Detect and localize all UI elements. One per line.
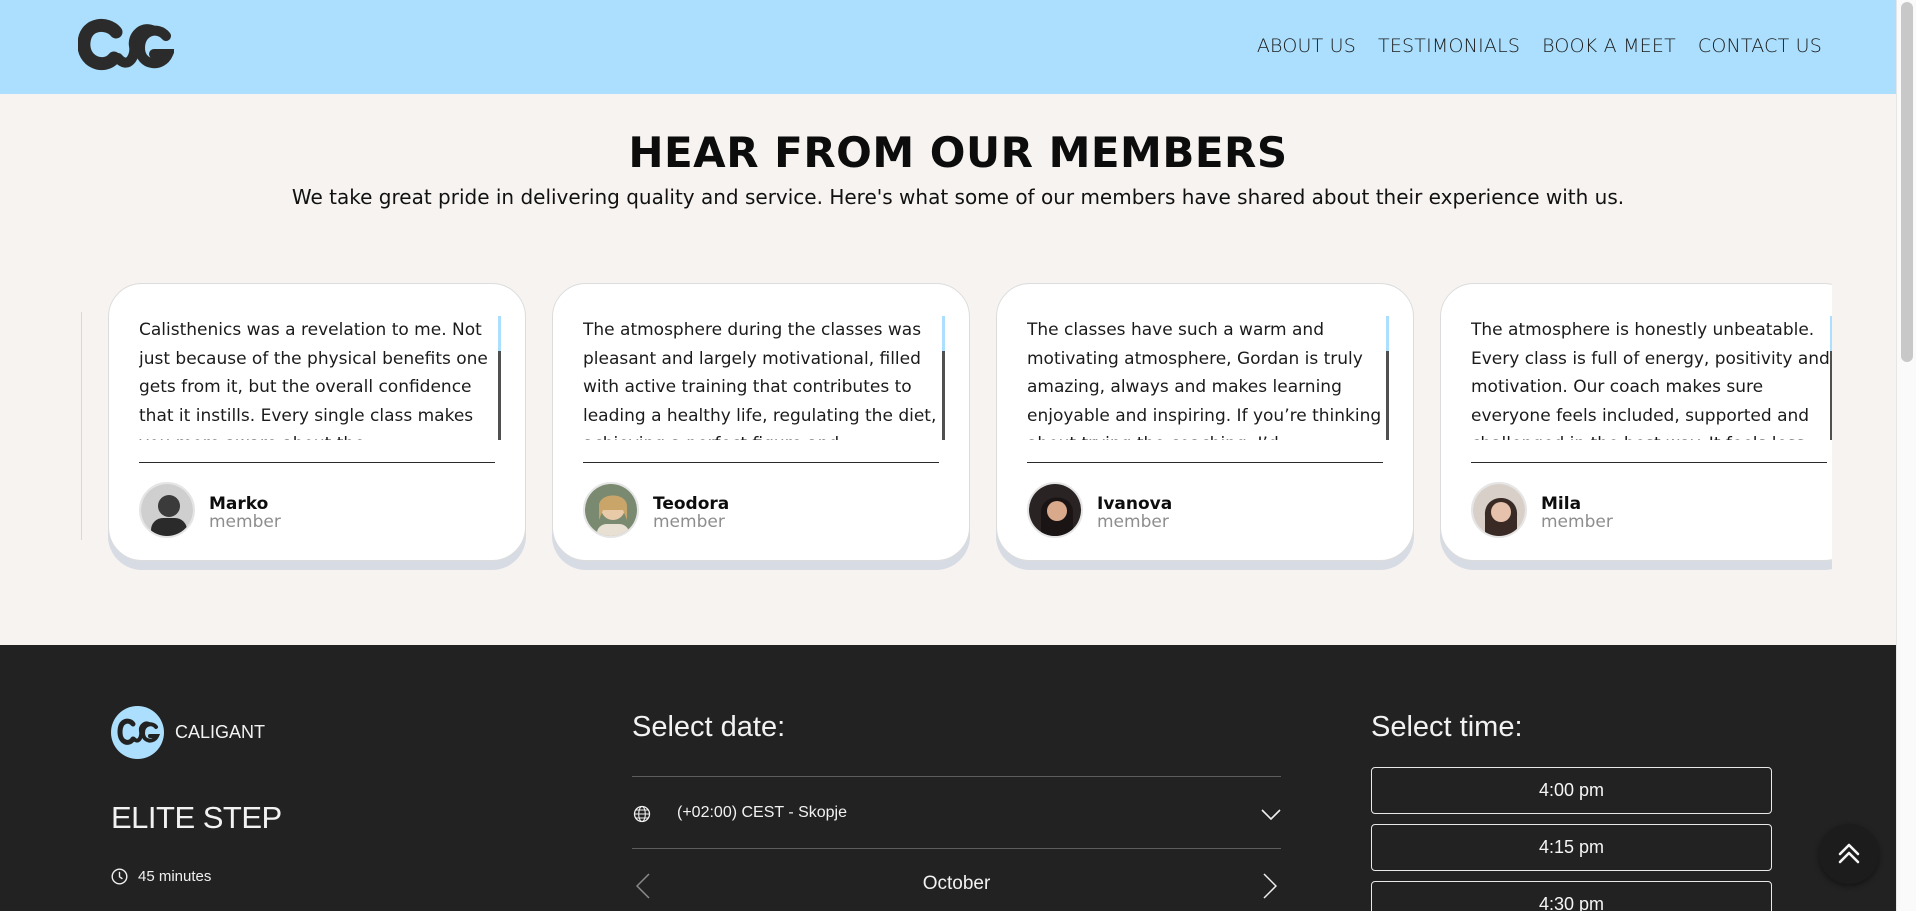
nav-testimonials[interactable]: TESTIMONIALS <box>1378 35 1520 57</box>
avatar <box>139 482 195 538</box>
time-slot-button[interactable]: 4:15 pm <box>1371 824 1772 871</box>
card-divider <box>583 462 939 463</box>
member-name: Teodora <box>653 494 730 514</box>
member-role: member <box>1097 512 1169 532</box>
scroll-to-top-button[interactable] <box>1819 824 1879 884</box>
current-month: October <box>922 873 991 894</box>
quote-scrollbar[interactable] <box>942 316 945 440</box>
globe-icon <box>633 805 651 823</box>
chevron-down-icon[interactable] <box>1261 809 1281 821</box>
section-title: HEAR FROM OUR MEMBERS <box>628 128 1288 177</box>
nav-about-us[interactable]: ABOUT US <box>1257 35 1356 57</box>
member-role: member <box>209 512 281 532</box>
section-subtitle: We take great pride in delivering qualit… <box>291 185 1625 209</box>
testimonial-card: The atmosphere during the classes was pl… <box>552 283 970 561</box>
select-date-label: Select date: <box>632 711 786 743</box>
testimonial-quote[interactable]: The atmosphere is honestly unbeatable. E… <box>1471 316 1831 440</box>
main-nav: ABOUT US TESTIMONIALS BOOK A MEET CONTAC… <box>1257 35 1822 57</box>
duration: 45 minutes <box>111 868 211 885</box>
nav-contact-us[interactable]: CONTACT US <box>1698 35 1822 57</box>
member-name: Mila <box>1541 494 1582 514</box>
select-time-label: Select time: <box>1371 711 1523 743</box>
page-scrollbar[interactable] <box>1896 0 1916 911</box>
quote-scrollbar[interactable] <box>1386 316 1389 440</box>
member-role: member <box>653 512 725 532</box>
previous-card-edge <box>78 312 82 540</box>
divider <box>632 848 1281 849</box>
quote-scrollbar[interactable] <box>1830 316 1832 440</box>
month-navigator: October <box>632 870 1281 900</box>
brand-logo-icon <box>111 706 164 759</box>
brand-name: CALIGANT <box>175 722 266 742</box>
card-divider <box>1027 462 1383 463</box>
avatar <box>1471 482 1527 538</box>
time-slot-button[interactable]: 4:30 pm <box>1371 881 1772 911</box>
scrollbar-thumb[interactable] <box>1901 2 1913 362</box>
card-divider <box>1471 462 1827 463</box>
card-divider <box>139 462 495 463</box>
nav-book-a-meet[interactable]: BOOK A MEET <box>1542 35 1676 57</box>
divider <box>632 776 1281 777</box>
testimonial-card: The atmosphere is honestly unbeatable. E… <box>1440 283 1832 561</box>
testimonial-card: The classes have such a warm and motivat… <box>996 283 1414 561</box>
chevron-right-icon[interactable] <box>1263 873 1277 899</box>
clock-icon <box>111 868 128 885</box>
testimonial-quote[interactable]: Calisthenics was a revelation to me. Not… <box>139 316 499 440</box>
avatar <box>1027 482 1083 538</box>
testimonial-quote[interactable]: The classes have such a warm and motivat… <box>1027 316 1387 440</box>
service-name: ELITE STEP <box>111 800 282 835</box>
member-role: member <box>1541 512 1613 532</box>
testimonials-carousel[interactable]: Calisthenics was a revelation to me. Not… <box>78 280 1832 580</box>
time-slot-button[interactable]: 4:00 pm <box>1371 767 1772 814</box>
cg-logo-icon[interactable] <box>78 18 174 76</box>
timezone-select[interactable]: (+02:00) CEST - Skopje <box>632 802 1281 828</box>
quote-scrollbar[interactable] <box>498 316 501 440</box>
double-chevron-up-icon <box>1838 843 1860 864</box>
site-header: ABOUT US TESTIMONIALS BOOK A MEET CONTAC… <box>0 0 1916 94</box>
timezone-value: (+02:00) CEST - Skopje <box>677 804 848 821</box>
member-name: Marko <box>209 494 269 514</box>
duration-text: 45 minutes <box>138 868 212 885</box>
avatar <box>583 482 639 538</box>
testimonial-card: Calisthenics was a revelation to me. Not… <box>108 283 526 561</box>
testimonial-quote[interactable]: The atmosphere during the classes was pl… <box>583 316 943 440</box>
member-name: Ivanova <box>1097 494 1173 514</box>
